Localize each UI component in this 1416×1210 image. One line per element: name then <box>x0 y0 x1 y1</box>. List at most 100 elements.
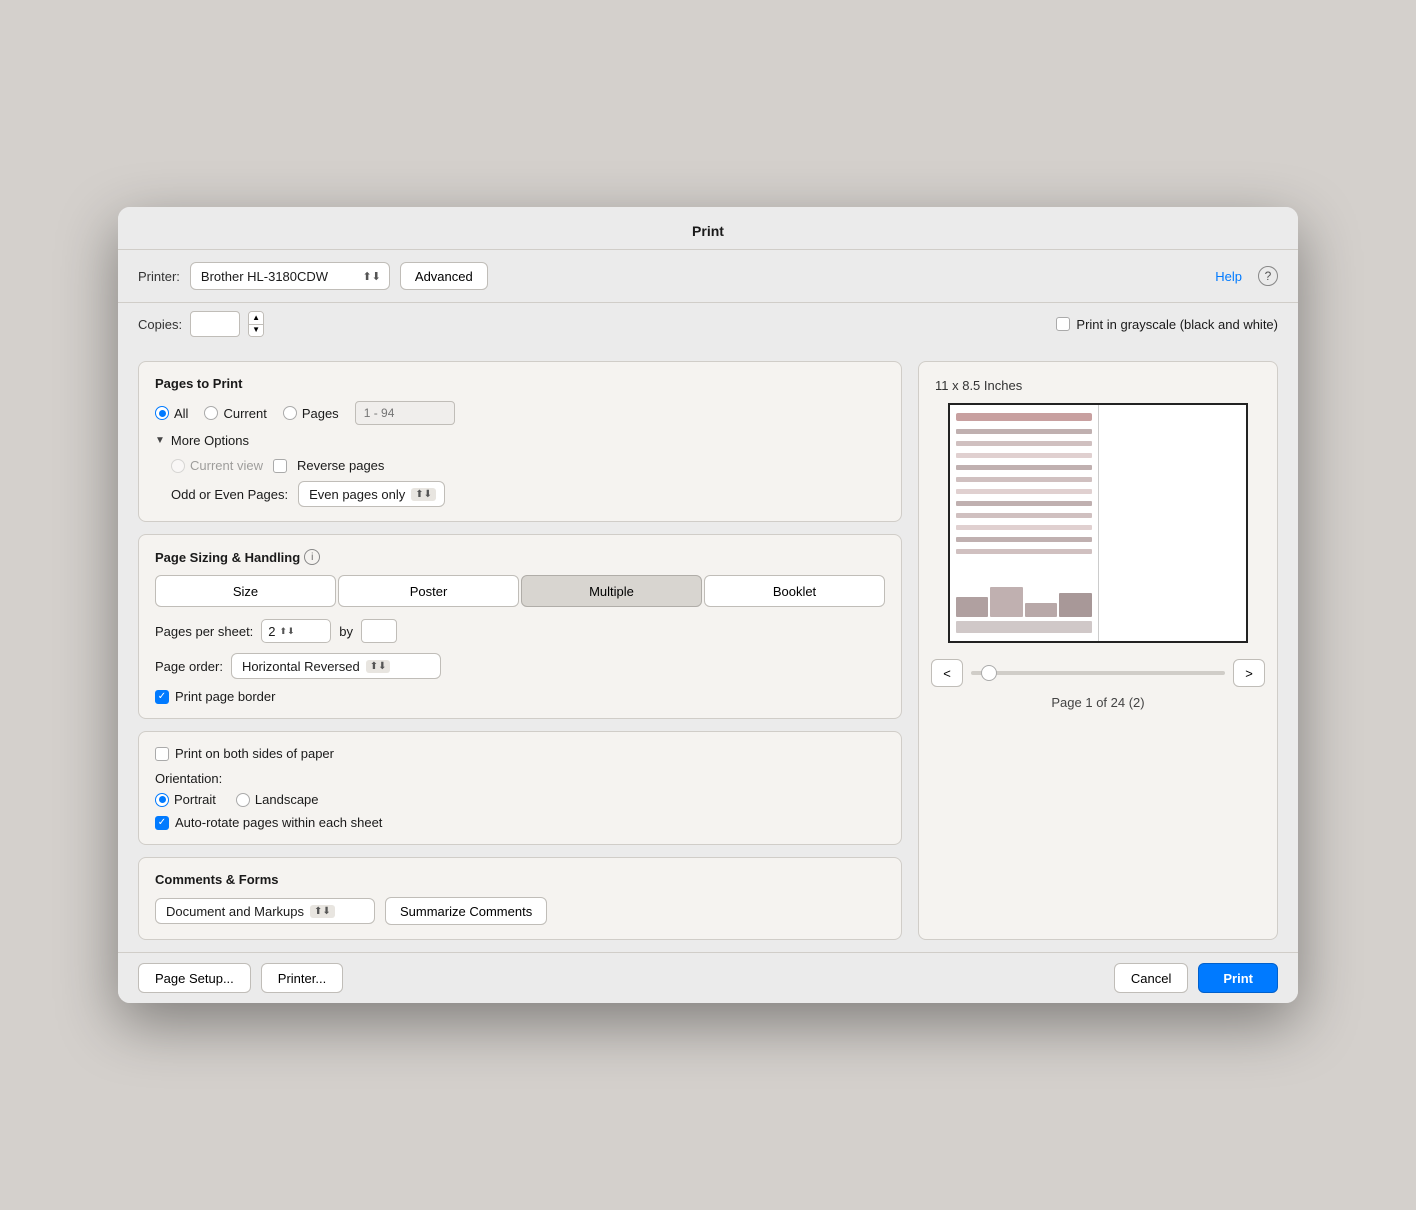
print-dialog: Print Printer: Brother HL-3180CDW ⬆⬇ Adv… <box>118 207 1298 1003</box>
pages-per-sheet-value: 2 <box>268 624 275 639</box>
help-link[interactable]: Help <box>1215 269 1242 284</box>
all-radio[interactable] <box>155 406 169 420</box>
orientation-label: Orientation: <box>155 771 885 786</box>
pages-per-sheet-label: Pages per sheet: <box>155 624 253 639</box>
more-options-label: More Options <box>171 433 249 448</box>
grayscale-label: Print in grayscale (black and white) <box>1076 317 1278 332</box>
comments-value: Document and Markups <box>166 904 304 919</box>
current-view-radio[interactable] <box>171 459 185 473</box>
page-order-value: Horizontal Reversed <box>242 659 360 674</box>
handling-tabs: Size Poster Multiple Booklet <box>155 575 885 607</box>
preview-bar-4 <box>1059 593 1091 617</box>
preview-line-11 <box>956 549 1092 554</box>
copies-decrement[interactable]: ▼ <box>249 325 263 337</box>
preview-line-10 <box>956 537 1092 542</box>
booklet-tab[interactable]: Booklet <box>704 575 885 607</box>
pages-section-title: Pages to Print <box>155 376 885 391</box>
chevron-down-icon: ⬆⬇ <box>362 270 380 283</box>
page-setup-button[interactable]: Page Setup... <box>138 963 251 993</box>
advanced-button[interactable]: Advanced <box>400 262 488 290</box>
all-radio-item[interactable]: All <box>155 406 188 421</box>
odd-even-dropdown[interactable]: Even pages only ⬆⬇ <box>298 481 445 507</box>
preview-line-6 <box>956 489 1092 494</box>
printer-dropdown[interactable]: Brother HL-3180CDW ⬆⬇ <box>190 262 390 290</box>
current-view-label: Current view <box>190 458 263 473</box>
portrait-radio-item[interactable]: Portrait <box>155 792 216 807</box>
pages-range-input[interactable] <box>355 401 455 425</box>
page-order-chevron-icon: ⬆⬇ <box>366 660 391 673</box>
comments-dropdown[interactable]: Document and Markups ⬆⬇ <box>155 898 375 924</box>
comments-chevron-icon: ⬆⬇ <box>310 905 335 918</box>
portrait-label: Portrait <box>174 792 216 807</box>
by-label: by <box>339 624 353 639</box>
both-sides-row: Print on both sides of paper <box>155 746 885 761</box>
odd-even-row: Odd or Even Pages: Even pages only ⬆⬇ <box>171 481 885 507</box>
cancel-button[interactable]: Cancel <box>1114 963 1188 993</box>
printer-name: Brother HL-3180CDW <box>201 269 328 284</box>
both-sides-checkbox[interactable] <box>155 747 169 761</box>
grayscale-row: Print in grayscale (black and white) <box>1056 317 1278 332</box>
odd-even-value: Even pages only <box>309 487 405 502</box>
preview-bar-3 <box>1025 603 1057 617</box>
comments-title: Comments & Forms <box>155 872 885 887</box>
summarize-button[interactable]: Summarize Comments <box>385 897 547 925</box>
current-radio-item[interactable]: Current <box>204 406 266 421</box>
pages-per-sheet-dropdown[interactable]: 2 ⬆⬇ <box>261 619 331 643</box>
print-border-checkbox[interactable] <box>155 690 169 704</box>
pages-label: Pages <box>302 406 339 421</box>
current-view-row: Current view Reverse pages <box>171 458 885 473</box>
autorotate-checkbox[interactable] <box>155 816 169 830</box>
bottom-bar: Page Setup... Printer... Cancel Print <box>118 952 1298 1003</box>
preview-footer-bar <box>956 621 1092 633</box>
preview-bar-1 <box>956 597 988 617</box>
help-circle-icon[interactable]: ? <box>1258 266 1278 286</box>
reverse-pages-label: Reverse pages <box>297 458 384 473</box>
preview-line-5 <box>956 477 1092 482</box>
pages-radio-row: All Current Pages <box>155 401 885 425</box>
paper-section: Print on both sides of paper Orientation… <box>138 731 902 845</box>
preview-bar-2 <box>990 587 1022 617</box>
copies-input[interactable]: 1 <box>190 311 240 337</box>
more-options-toggle[interactable]: ▼ More Options <box>155 433 885 448</box>
preview-panel: 11 x 8.5 Inches <box>918 361 1278 940</box>
multiple-tab[interactable]: Multiple <box>521 575 702 607</box>
current-radio[interactable] <box>204 406 218 420</box>
copies-increment[interactable]: ▲ <box>249 312 263 325</box>
preview-title-bar <box>956 413 1092 421</box>
preview-line-3 <box>956 453 1092 458</box>
preview-page-right <box>1099 405 1247 641</box>
prev-page-button[interactable]: < <box>931 659 963 687</box>
odd-even-chevron-icon: ⬆⬇ <box>411 488 436 501</box>
pages-per-sheet-chevron-icon: ⬆⬇ <box>280 626 295 637</box>
page-slider[interactable] <box>971 671 1225 675</box>
preview-line-4 <box>956 465 1092 470</box>
print-button[interactable]: Print <box>1198 963 1278 993</box>
pages-radio-item[interactable]: Pages <box>283 406 339 421</box>
portrait-radio[interactable] <box>155 793 169 807</box>
by-value-input[interactable] <box>361 619 397 643</box>
current-view-radio-item[interactable]: Current view <box>171 458 263 473</box>
landscape-radio-item[interactable]: Landscape <box>236 792 319 807</box>
poster-tab[interactable]: Poster <box>338 575 519 607</box>
page-order-dropdown[interactable]: Horizontal Reversed ⬆⬇ <box>231 653 441 679</box>
size-tab[interactable]: Size <box>155 575 336 607</box>
pages-radio[interactable] <box>283 406 297 420</box>
info-icon[interactable]: i <box>304 549 320 565</box>
preview-page-left <box>950 405 1099 641</box>
landscape-radio[interactable] <box>236 793 250 807</box>
preview-line-8 <box>956 513 1092 518</box>
preview-bars <box>956 587 1092 633</box>
all-label: All <box>174 406 188 421</box>
current-label: Current <box>223 406 266 421</box>
autorotate-label: Auto-rotate pages within each sheet <box>175 815 382 830</box>
page-order-label: Page order: <box>155 659 223 674</box>
reverse-pages-checkbox[interactable] <box>273 459 287 473</box>
printer-row: Printer: Brother HL-3180CDW ⬆⬇ Advanced … <box>118 250 1298 303</box>
next-page-button[interactable]: > <box>1233 659 1265 687</box>
preview-line-1 <box>956 429 1092 434</box>
main-content: Pages to Print All Current Pages <box>118 349 1298 952</box>
dialog-title: Print <box>692 223 724 239</box>
grayscale-checkbox[interactable] <box>1056 317 1070 331</box>
printer-button[interactable]: Printer... <box>261 963 343 993</box>
copies-spinner: ▲ ▼ <box>248 311 264 337</box>
